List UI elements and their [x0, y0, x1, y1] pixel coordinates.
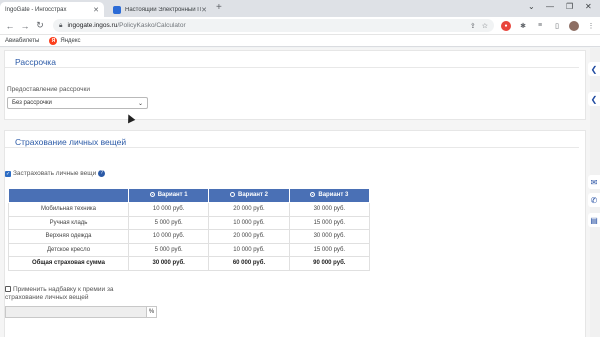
chevron-left-icon[interactable]: ❮: [588, 92, 600, 106]
row-name: Верхняя одежда: [8, 229, 129, 244]
maximize-icon[interactable]: ❐: [566, 2, 573, 11]
belongings-title: Страхование личных вещей: [5, 131, 579, 148]
cell-value: 5 000 руб.: [127, 242, 210, 257]
percent-addon: %: [146, 307, 156, 317]
installments-section: Рассрочка Предоставление рассрочки Без р…: [4, 50, 586, 120]
installments-select[interactable]: Без рассрочки ⌄: [7, 97, 148, 109]
row-name: Мобильная техника: [8, 202, 129, 217]
table-row: Детское кресло 5 000 руб. 10 000 руб. 15…: [8, 242, 371, 257]
close-tab-icon[interactable]: ✕: [93, 6, 99, 14]
cell-value: 20 000 руб.: [208, 202, 290, 217]
row-name: Ручная кладь: [8, 215, 129, 230]
bookmark-yandex[interactable]: Я Яндекс: [49, 36, 81, 45]
surcharge-checkbox[interactable]: [5, 286, 11, 293]
menu-dots-icon[interactable]: ⋮: [586, 21, 596, 31]
tab-ingogate[interactable]: IngoGate - Ингосстрах ✕: [0, 2, 104, 17]
chevron-down-icon: ⌄: [137, 100, 143, 107]
phone-icon[interactable]: ✆: [588, 193, 600, 207]
cell-value: 10 000 руб.: [127, 229, 210, 244]
cell-value: 30 000 руб.: [288, 229, 371, 244]
header-empty: [8, 188, 129, 203]
variant-1-header[interactable]: Вариант 1: [127, 188, 210, 203]
share-icon[interactable]: ⇪: [470, 22, 476, 30]
reload-icon[interactable]: ↻: [34, 20, 46, 31]
total-row: Общая страховая сумма 30 000 руб. 60 000…: [8, 256, 371, 271]
cell-value: 30 000 руб.: [127, 256, 210, 271]
cell-value: 10 000 руб.: [208, 242, 290, 257]
close-tab-icon[interactable]: ✕: [201, 6, 207, 14]
radio-icon[interactable]: [149, 192, 155, 198]
tab-search-icon[interactable]: ⌄: [528, 2, 535, 11]
page-content: Рассрочка Предоставление рассрочки Без р…: [0, 48, 590, 337]
browser-toolbar: ← → ↻ 🔒︎ ingogate.ingos.ru /PolicyKasko/…: [0, 17, 600, 35]
bookmark-star-icon[interactable]: ☆: [482, 22, 488, 30]
side-panel-icon[interactable]: ▯: [552, 21, 562, 31]
surcharge-row[interactable]: Применить надбавку к премии за страхован…: [5, 286, 114, 302]
row-name: Общая страховая сумма: [8, 256, 129, 271]
site-favicon-icon: [113, 5, 121, 14]
mail-icon[interactable]: ✉: [588, 175, 600, 189]
row-name: Детское кресло: [8, 242, 129, 257]
lock-icon: 🔒︎: [59, 21, 63, 29]
installments-label: Предоставление рассрочки: [7, 86, 90, 93]
new-tab-icon[interactable]: +: [216, 2, 222, 13]
cell-value: 60 000 руб.: [208, 256, 290, 271]
cell-value: 30 000 руб.: [288, 202, 371, 217]
tab-title: Настоящий Электронный Поли...: [125, 6, 202, 13]
bookmark-flights[interactable]: Авиабилеты: [5, 38, 39, 44]
yandex-icon: Я: [49, 36, 58, 45]
bookmarks-bar: Авиабилеты Я Яндекс: [0, 35, 600, 47]
cell-value: 10 000 руб.: [208, 215, 290, 230]
cell-value: 15 000 руб.: [288, 215, 371, 230]
chevron-left-icon[interactable]: ❮: [588, 62, 600, 76]
tab-title: IngoGate - Ингосстрах: [5, 6, 67, 13]
tab-policy[interactable]: Настоящий Электронный Поли... ✕: [108, 2, 212, 17]
variant-2-header[interactable]: Вариант 2: [208, 188, 290, 203]
address-bar[interactable]: 🔒︎ ingogate.ingos.ru /PolicyKasko/Calcul…: [53, 19, 494, 32]
variant-3-header[interactable]: Вариант 3: [288, 188, 371, 203]
close-window-icon[interactable]: ✕: [585, 2, 592, 11]
help-icon[interactable]: ?: [98, 170, 106, 177]
insure-belongings-checkbox[interactable]: [5, 170, 11, 177]
forward-icon[interactable]: →: [19, 21, 31, 31]
table-row: Ручная кладь 5 000 руб. 10 000 руб. 15 0…: [8, 215, 371, 230]
cell-value: 90 000 руб.: [288, 256, 371, 271]
extensions-puzzle-icon[interactable]: ✱: [518, 21, 528, 31]
extension-badge-icon[interactable]: ●: [501, 20, 511, 31]
variants-table: Вариант 1 Вариант 2 Вариант 3 Мобильная …: [8, 188, 371, 271]
cell-value: 15 000 руб.: [288, 242, 371, 257]
chat-icon[interactable]: ▤: [588, 213, 600, 227]
back-icon[interactable]: ←: [4, 21, 16, 31]
radio-icon[interactable]: [230, 192, 236, 198]
installments-title: Рассрочка: [5, 51, 579, 68]
cell-value: 20 000 руб.: [208, 229, 290, 244]
cell-value: 5 000 руб.: [127, 215, 210, 230]
surcharge-percent-input[interactable]: %: [5, 306, 157, 318]
table-row: Мобильная техника 10 000 руб. 20 000 руб…: [8, 202, 371, 217]
url-host: ingogate.ingos.ru: [67, 22, 118, 29]
browser-tab-strip: IngoGate - Ингосстрах ✕ Настоящий Электр…: [0, 0, 600, 17]
minimize-icon[interactable]: —: [546, 2, 554, 11]
reading-list-icon[interactable]: ≡: [535, 21, 545, 31]
profile-avatar[interactable]: [569, 20, 579, 31]
url-path: /PolicyKasko/Calculator: [117, 22, 186, 29]
cell-value: 10 000 руб.: [127, 202, 210, 217]
table-header-row: Вариант 1 Вариант 2 Вариант 3: [8, 188, 371, 203]
insure-belongings-row[interactable]: Застраховать личные вещи?: [5, 170, 106, 177]
table-row: Верхняя одежда 10 000 руб. 20 000 руб. 3…: [8, 229, 371, 244]
radio-icon[interactable]: [310, 192, 316, 198]
